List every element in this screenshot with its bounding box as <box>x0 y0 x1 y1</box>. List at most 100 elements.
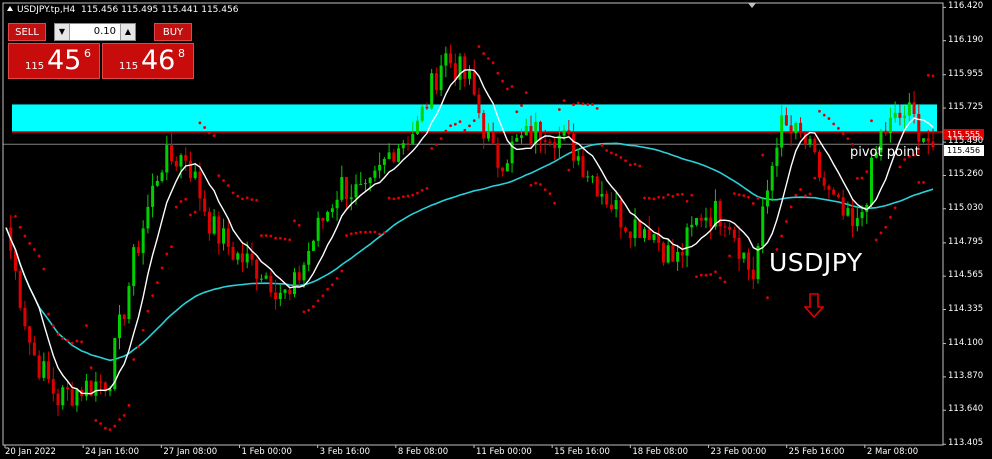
chart-header: USDJPY.tp,H4 115.456 115.495 115.441 115… <box>7 5 238 15</box>
psar-dot <box>543 188 547 192</box>
candle-body <box>335 199 339 209</box>
candle-body <box>808 138 812 145</box>
y-tick-label: 114.335 <box>948 303 984 314</box>
buy-button[interactable]: BUY <box>154 23 192 41</box>
candle-body <box>373 170 377 178</box>
psar-dot <box>652 197 656 201</box>
lot-size-stepper[interactable]: ▼ 0.10 ▲ <box>54 23 136 41</box>
candle-body <box>47 361 51 380</box>
psar-dot <box>113 424 117 428</box>
psar-dot <box>335 276 339 280</box>
y-tick-label: 114.565 <box>948 270 984 281</box>
candle-body <box>316 217 320 241</box>
candle-body <box>65 387 69 390</box>
candle-body <box>903 115 907 118</box>
psar-dot <box>326 287 330 291</box>
candle-body <box>226 228 230 247</box>
psar-dot <box>75 339 79 343</box>
sell-quote-pip: 6 <box>84 47 91 60</box>
lot-increase-icon[interactable]: ▲ <box>120 24 135 40</box>
y-tick-label: 115.725 <box>948 102 984 113</box>
candle-body <box>94 381 98 396</box>
buy-quote-prefix: 115 <box>119 61 139 72</box>
psar-dot <box>463 128 467 132</box>
psar-dot <box>416 191 419 195</box>
candle-body <box>23 307 27 327</box>
candle-body <box>893 112 897 118</box>
candle-body <box>136 247 140 254</box>
psar-dot <box>453 122 457 126</box>
candle-body <box>718 200 722 227</box>
sell-button[interactable]: SELL <box>8 23 46 41</box>
psar-dot <box>184 197 188 201</box>
lot-size-input[interactable]: 0.10 <box>71 24 119 40</box>
psar-dot <box>529 183 533 187</box>
psar-dot <box>288 238 292 242</box>
psar-dot <box>307 308 311 312</box>
x-tick-label: 1 Feb 00:00 <box>241 447 292 457</box>
candle-body <box>676 252 680 262</box>
psar-dot <box>137 345 140 349</box>
candle-body <box>780 115 784 148</box>
psar-dot <box>723 280 727 284</box>
candle-body <box>293 272 297 295</box>
psar-dot <box>18 225 22 229</box>
buy-quote-button[interactable]: 115 46 8 <box>102 43 194 79</box>
y-tick-label: 116.420 <box>948 1 984 12</box>
candle-body <box>723 226 727 228</box>
candle-body <box>288 289 292 295</box>
candle-body <box>642 229 646 239</box>
psar-dot <box>80 340 84 344</box>
lot-decrease-icon[interactable]: ▼ <box>55 24 70 40</box>
collapse-triangle-icon[interactable] <box>7 6 13 11</box>
psar-dot <box>586 103 590 106</box>
candle-body <box>581 156 585 177</box>
psar-dot <box>108 428 112 432</box>
psar-dot <box>241 197 244 201</box>
symbol-label: USDJPY <box>769 248 863 277</box>
candle-body <box>193 171 197 179</box>
candle-body <box>562 130 566 136</box>
psar-dot <box>51 324 55 328</box>
candle-body <box>534 121 538 144</box>
candle-body <box>56 393 60 406</box>
candle-body <box>32 342 36 356</box>
candle-body <box>387 152 391 159</box>
psar-dot <box>170 245 173 249</box>
psar-dot <box>676 193 680 196</box>
candle-body <box>179 155 183 167</box>
psar-dot <box>245 196 249 200</box>
psar-dot <box>638 164 642 168</box>
candle-body <box>836 194 840 198</box>
candle-body <box>363 183 367 185</box>
candle-body <box>326 211 330 221</box>
candle-body <box>236 253 240 260</box>
candle-body <box>321 217 325 221</box>
psar-dot <box>449 124 452 128</box>
psar-dot <box>898 165 902 169</box>
candle-body <box>553 142 557 149</box>
psar-dot <box>345 234 348 237</box>
psar-dot <box>827 117 831 120</box>
sell-quote-button[interactable]: 115 45 6 <box>8 43 100 79</box>
psar-dot <box>132 358 136 361</box>
psar-dot <box>510 85 514 88</box>
psar-dot <box>193 210 197 214</box>
candle-body <box>770 165 774 191</box>
psar-dot <box>808 192 812 196</box>
candle-body <box>860 211 864 219</box>
candle-body <box>520 135 524 138</box>
candle-body <box>931 141 935 148</box>
psar-dot <box>42 267 46 271</box>
candle-body <box>709 217 713 227</box>
psar-dot <box>889 215 892 219</box>
candle-body <box>155 180 159 186</box>
candle-body <box>609 204 613 210</box>
candle-body <box>732 229 736 239</box>
psar-dot <box>274 236 277 240</box>
y-tick-label: 115.490 <box>948 136 984 147</box>
candle-body <box>406 143 410 145</box>
psar-dot <box>520 104 523 107</box>
candle-body <box>28 326 32 343</box>
psar-dot <box>255 198 259 202</box>
